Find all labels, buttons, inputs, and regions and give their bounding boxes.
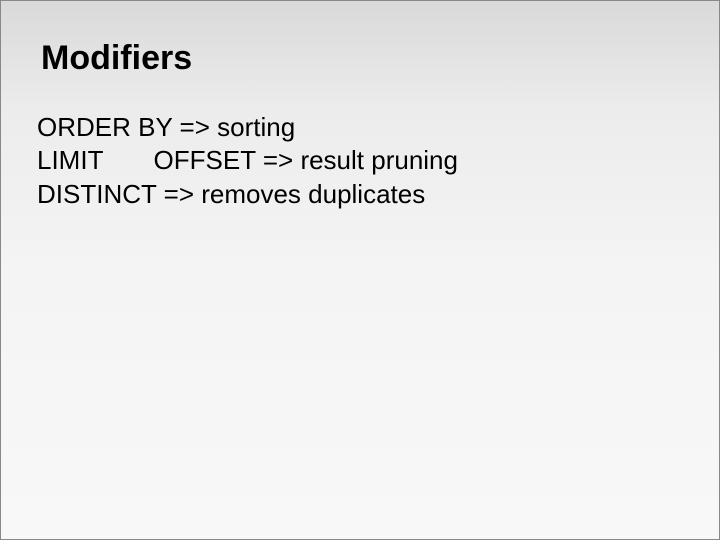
body-line-3: DISTINCT => removes duplicates <box>37 178 458 211</box>
body-line-1: ORDER BY => sorting <box>37 111 458 144</box>
body-line-2: LIMIT OFFSET => result pruning <box>37 144 458 177</box>
slide: Modifiers ORDER BY => sorting LIMIT OFFS… <box>0 0 720 540</box>
slide-title: Modifiers <box>41 39 192 78</box>
slide-body: ORDER BY => sorting LIMIT OFFSET => resu… <box>37 111 458 211</box>
